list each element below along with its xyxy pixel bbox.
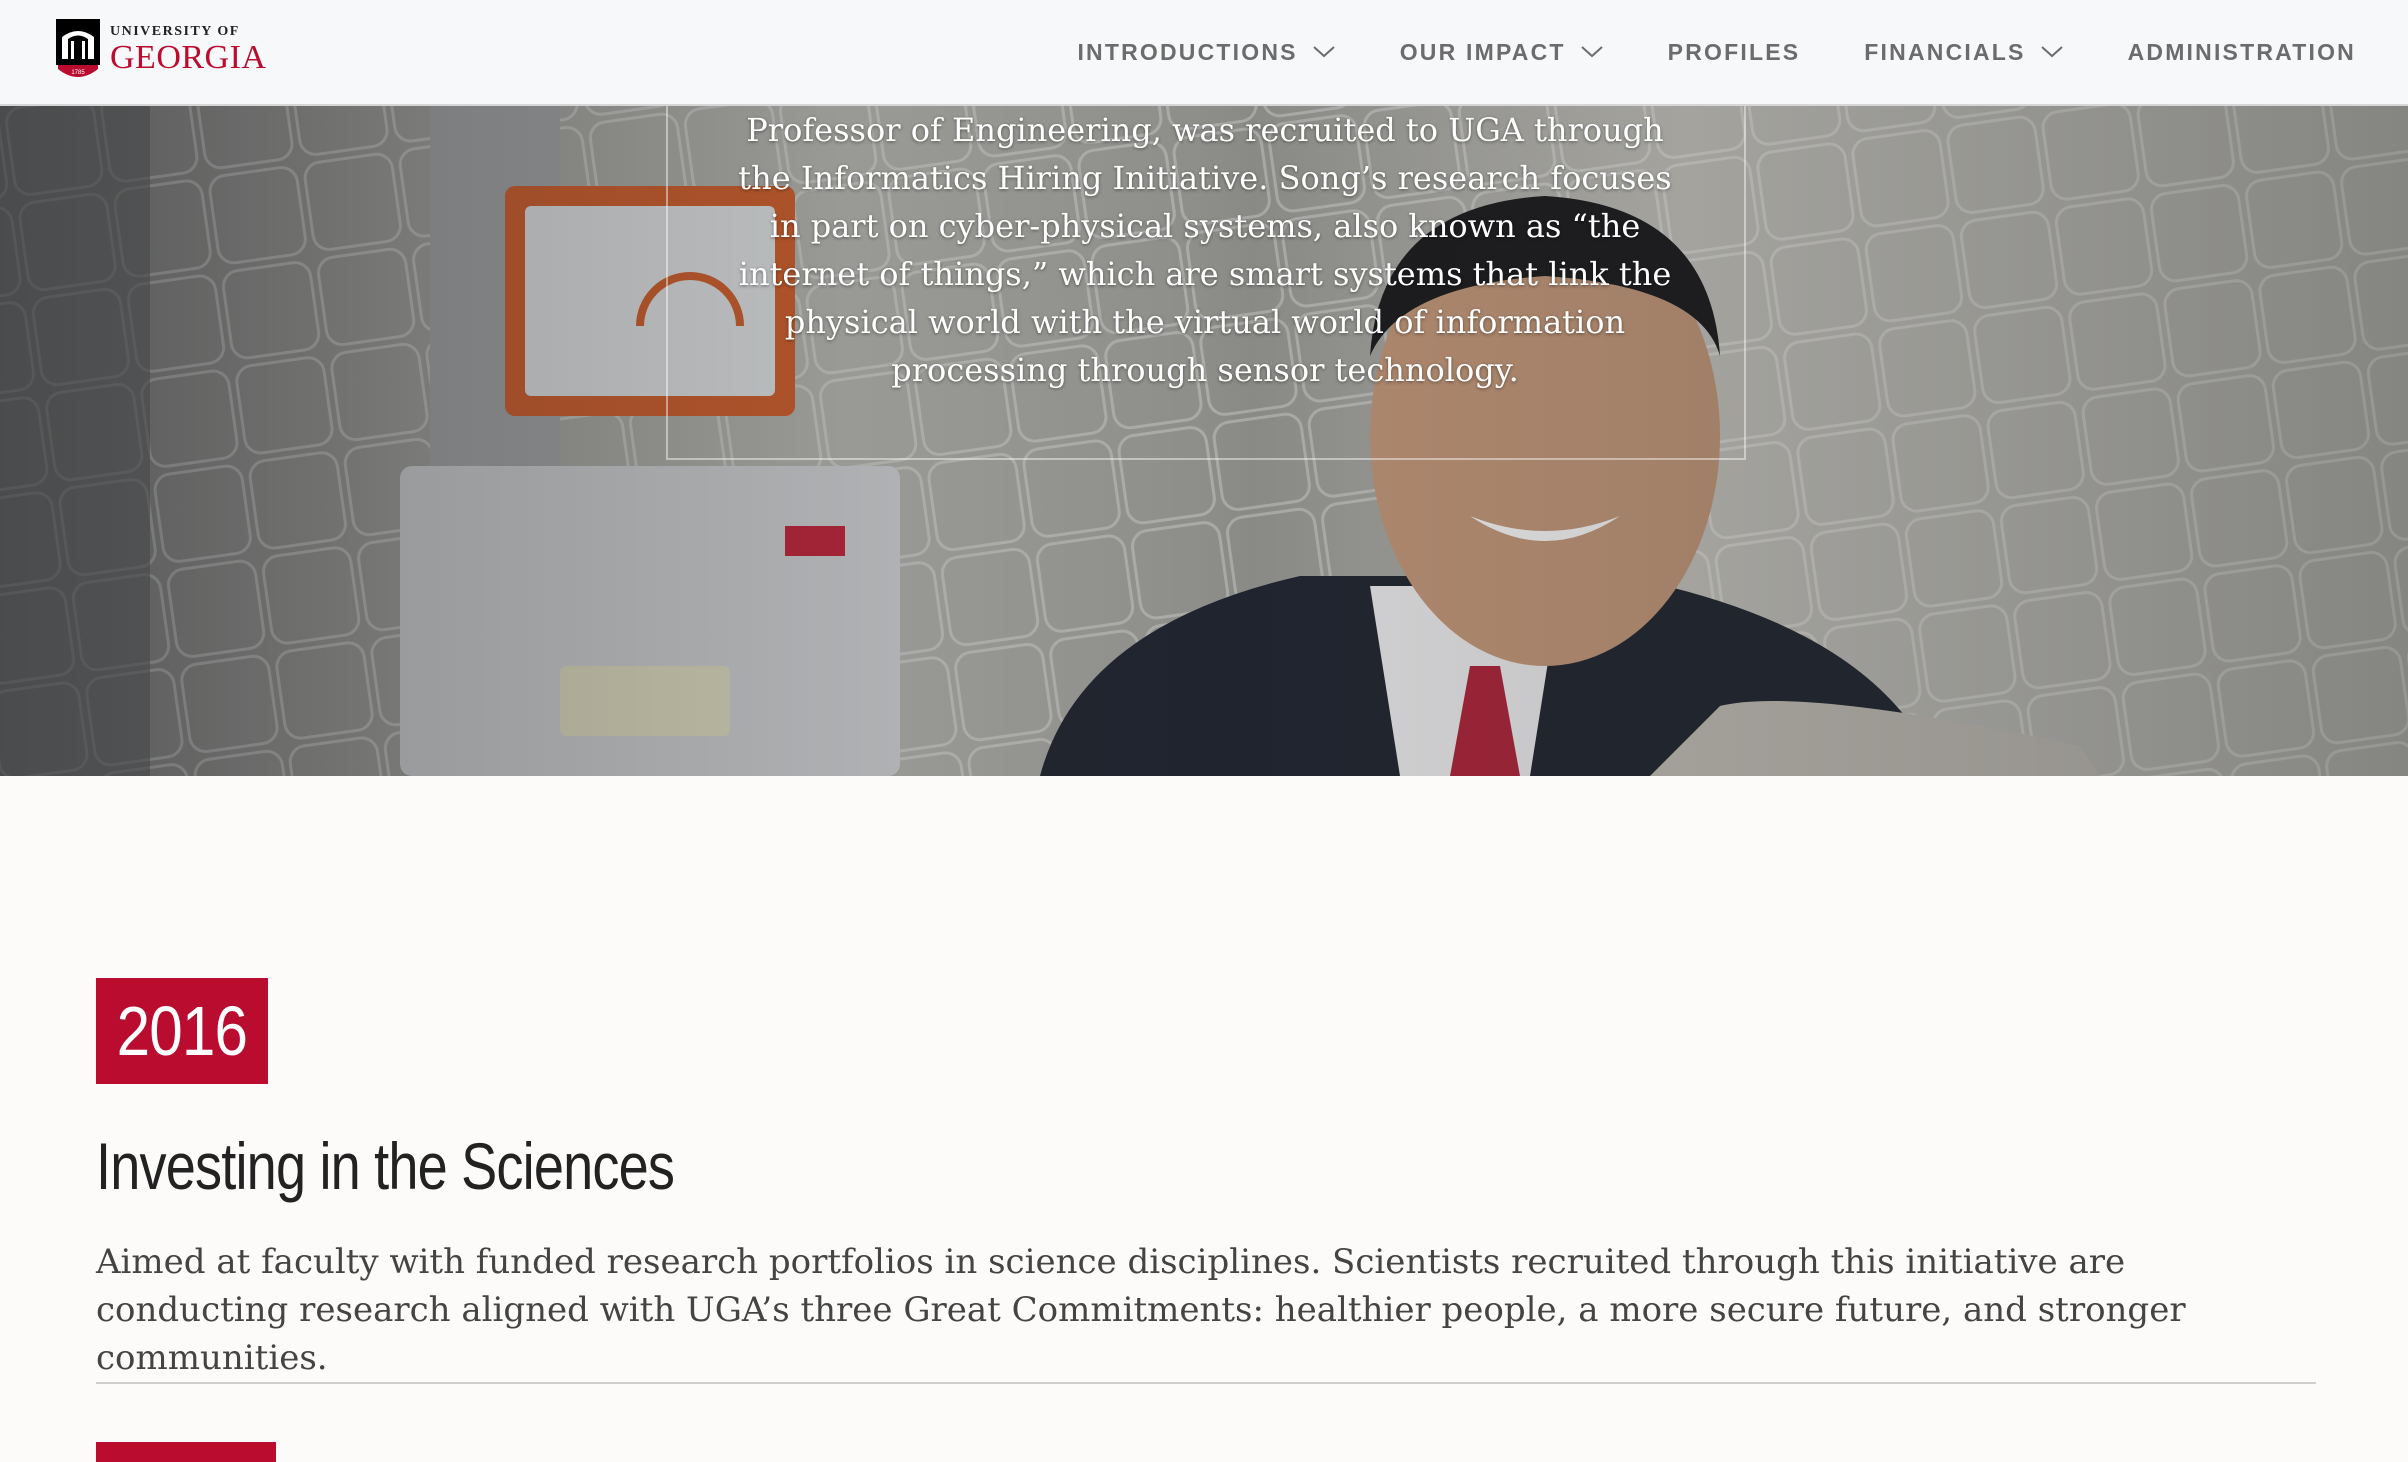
nav-introductions[interactable]: INTRODUCTIONS: [1077, 39, 1335, 66]
nav-administration-label: ADMINISTRATION: [2127, 38, 2356, 65]
nav-administration[interactable]: ADMINISTRATION: [2128, 39, 2356, 66]
logo-big-text: GEORGIA: [110, 39, 267, 76]
hero-quote-line: in part on cyber-physical systems, also …: [769, 207, 1641, 245]
section-body: Aimed at faculty with funded research po…: [96, 1242, 2186, 1378]
nav-introductions-label: INTRODUCTIONS: [1077, 38, 1298, 65]
hero-quote-line: processing through sensor technology.: [891, 351, 1519, 389]
hero-quote: Professor of Engineering, was recruited …: [700, 106, 1710, 394]
logo-wordmark: UNIVERSITY OF GEORGIA: [110, 25, 266, 75]
initiative-section: 2016 Investing in the Sciences Aimed at …: [96, 978, 2316, 1382]
hero-quote-line: physical world with the virtual world of…: [784, 303, 1626, 341]
arch-logo-icon: 1785: [56, 19, 100, 77]
next-year-badge: [96, 1442, 276, 1462]
nav-our-impact[interactable]: OUR IMPACT: [1400, 39, 1604, 66]
svg-text:1785: 1785: [71, 70, 85, 76]
hero-quote-line: internet of things,” which are smart sys…: [738, 255, 1672, 293]
year-badge: 2016: [96, 978, 268, 1084]
section-title: Investing in the Sciences: [96, 1129, 675, 1203]
nav-financials-label: FINANCIALS: [1864, 38, 2026, 65]
chevron-down-icon: [2040, 46, 2063, 58]
hero-banner: Professor of Engineering, was recruited …: [0, 106, 2408, 776]
chevron-down-icon: [1581, 46, 1603, 58]
nav-profiles-label: PROFILES: [1667, 38, 1801, 65]
chevron-down-icon: [1313, 46, 1335, 58]
nav-profiles[interactable]: PROFILES: [1668, 39, 1801, 66]
uga-logo-link[interactable]: 1785 UNIVERSITY OF GEORGIA: [56, 18, 266, 82]
section-divider: [96, 1382, 2316, 1384]
site-header: 1785 UNIVERSITY OF GEORGIA INTRODUCTIONS…: [0, 0, 2408, 106]
hero-quote-line: Professor of Engineering, was recruited …: [746, 111, 1664, 149]
nav-our-impact-label: OUR IMPACT: [1399, 38, 1566, 65]
logo-small-text: UNIVERSITY OF: [110, 24, 240, 39]
main-nav: INTRODUCTIONS OUR IMPACT PROFILES FINANC…: [1077, 0, 2356, 104]
nav-financials[interactable]: FINANCIALS: [1864, 39, 2063, 66]
hero-quote-line: the Informatics Hiring Initiative. Song’…: [738, 159, 1672, 197]
